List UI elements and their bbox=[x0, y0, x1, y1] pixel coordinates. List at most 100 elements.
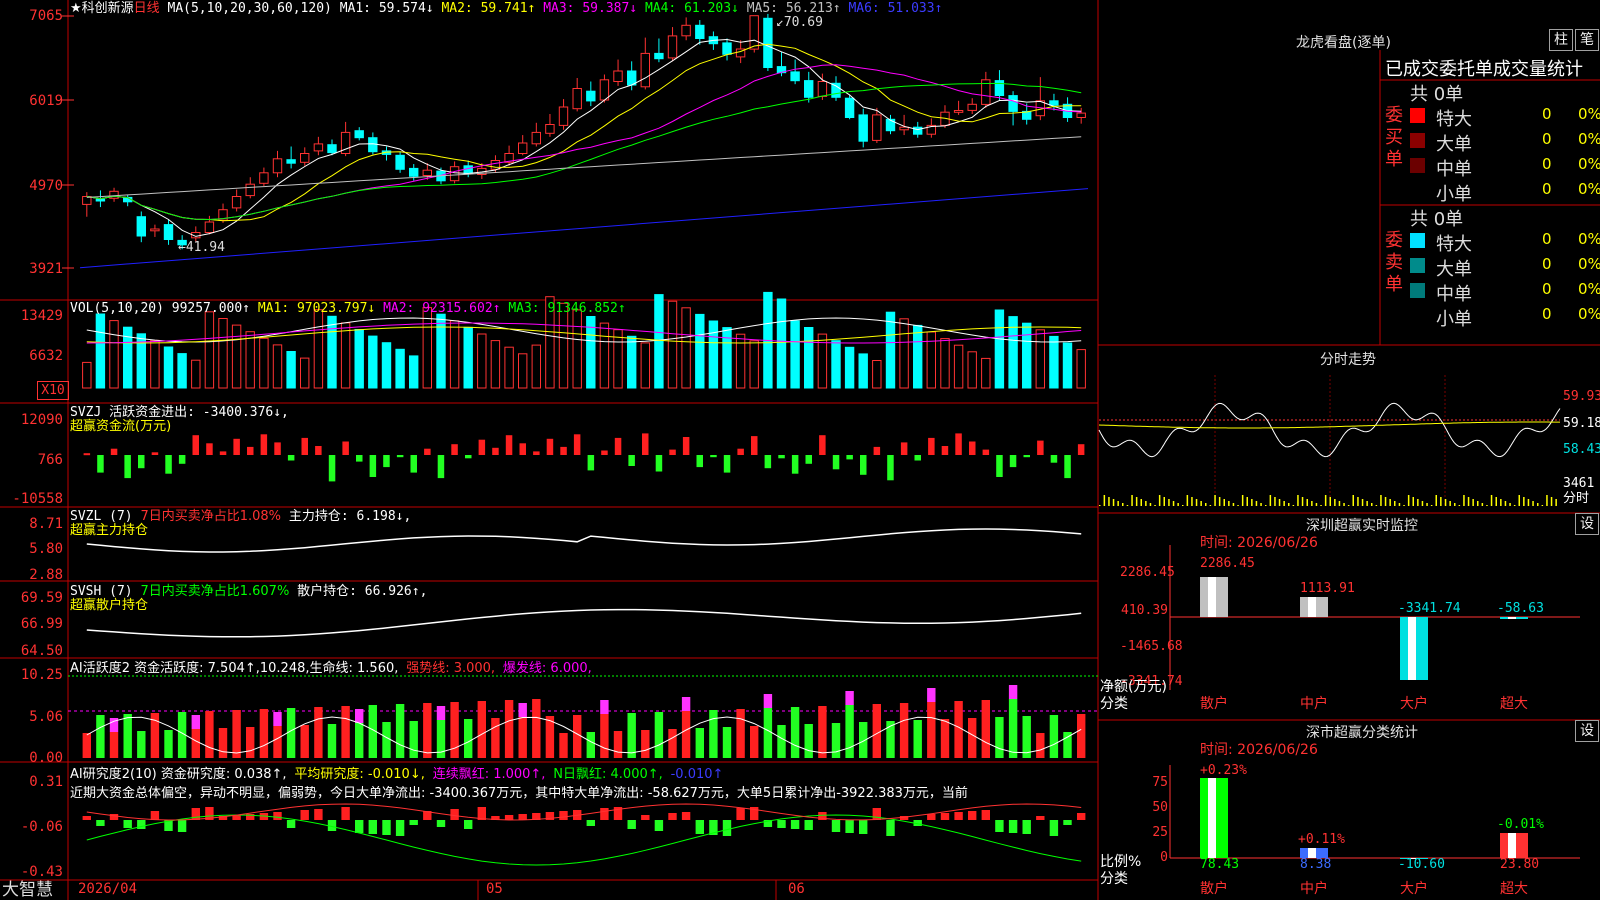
fenshi-vol-bar bbox=[1343, 503, 1345, 506]
volume-bar bbox=[409, 355, 419, 389]
axis-ai-2: 5.06 bbox=[29, 709, 63, 725]
fenshi-vol-bar bbox=[1131, 495, 1133, 506]
activity-bar bbox=[491, 718, 500, 758]
volume-bar bbox=[1062, 342, 1073, 389]
volume-bar bbox=[286, 351, 296, 389]
ma-params: MA(5,10,20,30,60,120) bbox=[167, 1, 332, 16]
stat-axis-0: 0 bbox=[1160, 850, 1168, 865]
sell-swatch bbox=[1410, 258, 1425, 273]
volume-bar bbox=[300, 357, 310, 389]
volume-bar bbox=[953, 344, 964, 389]
fenshi-vol-bar bbox=[1269, 495, 1272, 506]
research-bar bbox=[777, 820, 786, 828]
fund-bar bbox=[1009, 455, 1017, 468]
activity-bar bbox=[736, 709, 745, 758]
fund-bar bbox=[832, 455, 840, 470]
volume-bar bbox=[1049, 335, 1059, 389]
volume-bar bbox=[177, 353, 187, 389]
fund-bar bbox=[928, 437, 935, 455]
activity-bar bbox=[709, 710, 718, 758]
candle bbox=[150, 228, 160, 232]
research-bar bbox=[627, 820, 636, 829]
volume-bar bbox=[218, 318, 228, 389]
candle bbox=[327, 144, 337, 154]
axis-svsh-1: 69.59 bbox=[20, 590, 63, 606]
fenshi-vol-bar bbox=[1504, 501, 1507, 506]
volume-bar bbox=[95, 313, 106, 389]
fenshi-vol-bar bbox=[1444, 499, 1447, 506]
research-bar bbox=[436, 820, 446, 827]
fenshi-vol-bar bbox=[1352, 495, 1354, 506]
stat-cat-retail: 散户 bbox=[1200, 881, 1228, 897]
stat-bar-highlight bbox=[1208, 778, 1216, 858]
stock-name[interactable]: ★科创新源 bbox=[70, 1, 134, 16]
candle bbox=[858, 114, 868, 142]
candle bbox=[967, 103, 977, 111]
axis-svzj-1: 12090 bbox=[20, 412, 63, 428]
fund-bar bbox=[383, 455, 390, 468]
activity-bar bbox=[790, 707, 800, 758]
pen-mode-button[interactable]: 笔 bbox=[1575, 29, 1599, 51]
fund-bar bbox=[260, 434, 268, 455]
fenshi-axis-2: 59.18 bbox=[1563, 416, 1600, 431]
retail-holding-line bbox=[86, 608, 1082, 638]
stat-cat-big: 大户 bbox=[1400, 881, 1428, 897]
monitor-settings-button[interactable]: 设 bbox=[1575, 513, 1599, 535]
svzj-header: SVZJ 活跃资金进出: -3400.376↓, bbox=[70, 405, 289, 420]
activity-bar bbox=[913, 720, 922, 758]
fenshi-vol-bar bbox=[1375, 505, 1378, 506]
stat-axis-25: 25 bbox=[1152, 825, 1168, 840]
fenshi-title: 分时走势 bbox=[1320, 352, 1376, 368]
research-bar bbox=[314, 809, 323, 820]
buy-swatch bbox=[1410, 108, 1425, 123]
stat-top-retail: +0.23% bbox=[1200, 763, 1247, 778]
vol-unit-badge[interactable]: X10 bbox=[37, 381, 69, 400]
fenshi-vol-bar bbox=[1357, 497, 1359, 506]
chart-canvas[interactable] bbox=[0, 0, 1600, 900]
fenshi-vol-bar bbox=[1523, 497, 1525, 506]
high-price-label: ↙70.69 bbox=[776, 15, 823, 30]
fenshi-vol-bar bbox=[1251, 499, 1253, 506]
activity-bar bbox=[450, 702, 459, 758]
activity-bar bbox=[477, 701, 486, 758]
axis-price-4: 3921 bbox=[29, 261, 63, 277]
volume-bar bbox=[518, 353, 528, 389]
fenshi-vol-bar bbox=[1371, 503, 1373, 506]
activity-burst-cap bbox=[845, 691, 854, 705]
activity-bar bbox=[341, 706, 350, 758]
fenshi-vol-bar bbox=[1315, 503, 1318, 506]
stat-cat-super: 超大 bbox=[1500, 881, 1528, 897]
bar-mode-button[interactable]: 柱 bbox=[1549, 29, 1573, 51]
period-label[interactable]: 日线 bbox=[134, 1, 160, 16]
axis-svzj-2: 766 bbox=[37, 452, 63, 468]
volume-bar bbox=[313, 309, 324, 389]
stat-cat-mid: 中户 bbox=[1300, 881, 1328, 897]
sell-name: 中单 bbox=[1436, 284, 1472, 305]
fenshi-vol-bar bbox=[1407, 495, 1410, 506]
fund-bar bbox=[710, 455, 717, 458]
research-bar bbox=[1077, 813, 1086, 820]
candle bbox=[681, 24, 691, 37]
fund-bar bbox=[369, 455, 377, 477]
research-bar bbox=[804, 820, 813, 830]
candle bbox=[994, 80, 1005, 96]
activity-bar bbox=[327, 724, 337, 758]
monitor-value-super: -58.63 bbox=[1497, 601, 1544, 616]
fund-bar bbox=[860, 455, 867, 475]
candle bbox=[204, 221, 215, 233]
candle bbox=[1049, 100, 1059, 106]
date-start: 2026/04 bbox=[78, 881, 138, 897]
fund-bar bbox=[124, 455, 131, 479]
axis-ai-1: 10.25 bbox=[20, 667, 63, 683]
fenshi-vol-bar bbox=[1417, 499, 1419, 506]
low-price-label: ←41.94 bbox=[178, 240, 225, 255]
fenshi-vol-bar bbox=[1168, 499, 1170, 506]
fenshi-vol-bar bbox=[1430, 505, 1433, 506]
fund-bar bbox=[247, 446, 254, 455]
activity-bar bbox=[722, 727, 732, 758]
activity-bar bbox=[845, 705, 854, 758]
research-bar bbox=[82, 816, 91, 820]
stat-settings-button[interactable]: 设 bbox=[1575, 720, 1599, 742]
monitor-ylabel: 净额(万元) bbox=[1100, 679, 1167, 695]
volume-bar bbox=[340, 322, 351, 389]
